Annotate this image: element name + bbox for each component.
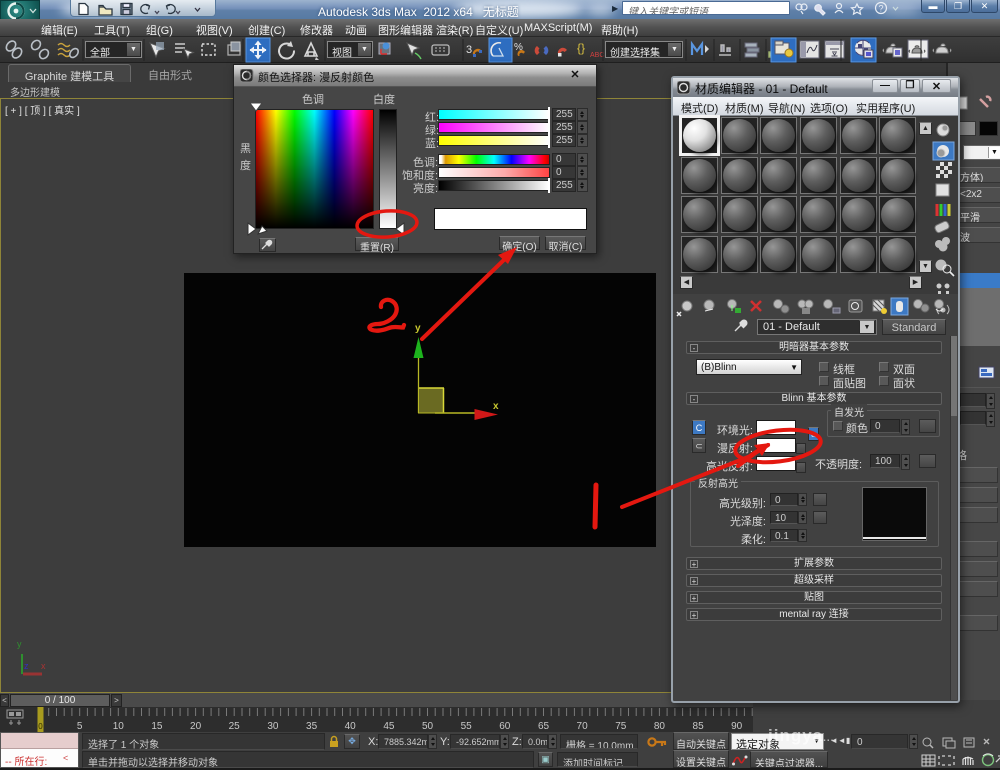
svg-text:?: ? — [879, 4, 884, 14]
svg-text:x: x — [493, 401, 499, 412]
svg-text:80: 80 — [654, 721, 666, 732]
svg-text:55: 55 — [461, 721, 473, 732]
svg-text:5: 5 — [77, 721, 83, 732]
svg-text:85: 85 — [693, 721, 705, 732]
svg-text:10: 10 — [113, 721, 125, 732]
svg-text:90: 90 — [731, 721, 743, 732]
svg-text:20: 20 — [190, 721, 202, 732]
svg-text:75: 75 — [615, 721, 627, 732]
svg-text:30: 30 — [267, 721, 279, 732]
svg-text:60: 60 — [499, 721, 511, 732]
svg-text:ABC: ABC — [590, 52, 604, 59]
svg-text:x: x — [41, 661, 46, 671]
svg-text:70: 70 — [577, 721, 589, 732]
svg-text:0: 0 — [38, 722, 43, 731]
svg-text:z: z — [24, 661, 29, 671]
svg-text:25: 25 — [229, 721, 241, 732]
svg-text:{}: {} — [577, 41, 585, 55]
svg-text:15: 15 — [151, 721, 163, 732]
svg-text:35: 35 — [306, 721, 318, 732]
svg-text:40: 40 — [345, 721, 357, 732]
svg-text:50: 50 — [422, 721, 434, 732]
svg-text:45: 45 — [383, 721, 395, 732]
svg-text:y: y — [17, 639, 22, 649]
svg-text:y: y — [415, 323, 421, 334]
svg-text:65: 65 — [538, 721, 550, 732]
svg-text:3: 3 — [466, 44, 472, 56]
